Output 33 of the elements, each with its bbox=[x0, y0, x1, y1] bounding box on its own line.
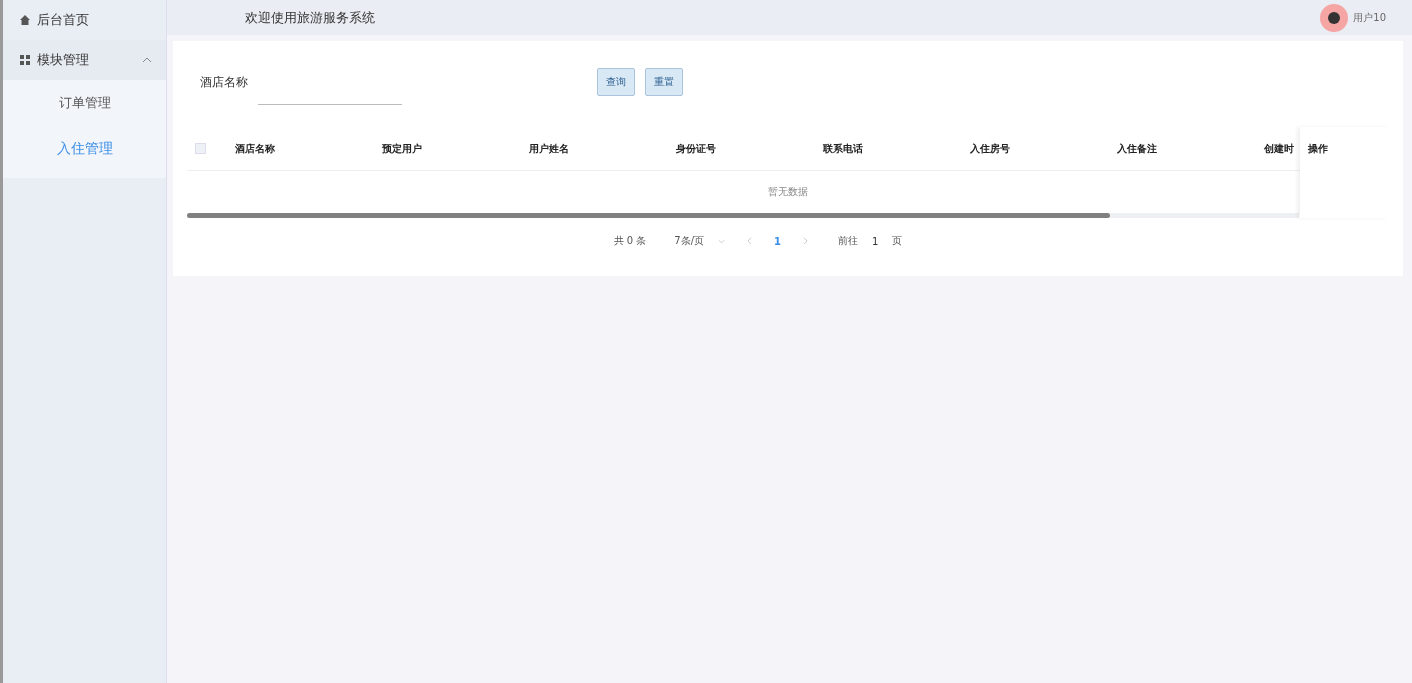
column-header: 操作 bbox=[1308, 141, 1328, 156]
grid-icon bbox=[20, 55, 30, 65]
total-count: 共 0 条 bbox=[613, 234, 647, 248]
column-header: 创建时 bbox=[1264, 141, 1294, 156]
page-size-select[interactable]: 7条/页 bbox=[674, 234, 726, 248]
goto-label: 前往 bbox=[838, 234, 859, 248]
page-suffix: 页 bbox=[892, 234, 903, 248]
empty-message: 暂无数据 bbox=[768, 185, 808, 199]
column-header: 入住备注 bbox=[1117, 141, 1158, 156]
prev-icon[interactable] bbox=[747, 237, 753, 245]
menu-label: 后台首页 bbox=[37, 11, 89, 29]
chevron-icon bbox=[142, 57, 152, 63]
caret-icon bbox=[718, 238, 726, 244]
checkbox[interactable] bbox=[195, 143, 206, 154]
field-label: 酒店名称 bbox=[200, 73, 248, 91]
next-icon[interactable] bbox=[803, 237, 809, 245]
page-title: 欢迎使用旅游服务系统 bbox=[245, 8, 375, 27]
user-name[interactable]: 用户10 bbox=[1353, 10, 1386, 25]
submenu-item[interactable]: 订单管理 bbox=[3, 80, 166, 126]
avatar-icon[interactable] bbox=[1320, 3, 1349, 32]
column-header: 预定用户 bbox=[382, 141, 423, 156]
column-header: 身份证号 bbox=[676, 141, 717, 156]
column-header: 联系电话 bbox=[823, 141, 864, 156]
column-header: 入住房号 bbox=[970, 141, 1011, 156]
column-header: 用户姓名 bbox=[529, 141, 570, 156]
menu-item[interactable]: 后台首页 bbox=[3, 0, 166, 40]
action-button[interactable]: 重置 bbox=[645, 68, 683, 96]
column-header: 酒店名称 bbox=[235, 141, 276, 156]
page-input[interactable]: 1 bbox=[872, 235, 879, 247]
scrollbar[interactable] bbox=[187, 213, 1299, 218]
home-icon bbox=[20, 15, 30, 25]
action-button[interactable]: 查询 bbox=[597, 68, 635, 96]
menu-label: 模块管理 bbox=[37, 51, 89, 69]
